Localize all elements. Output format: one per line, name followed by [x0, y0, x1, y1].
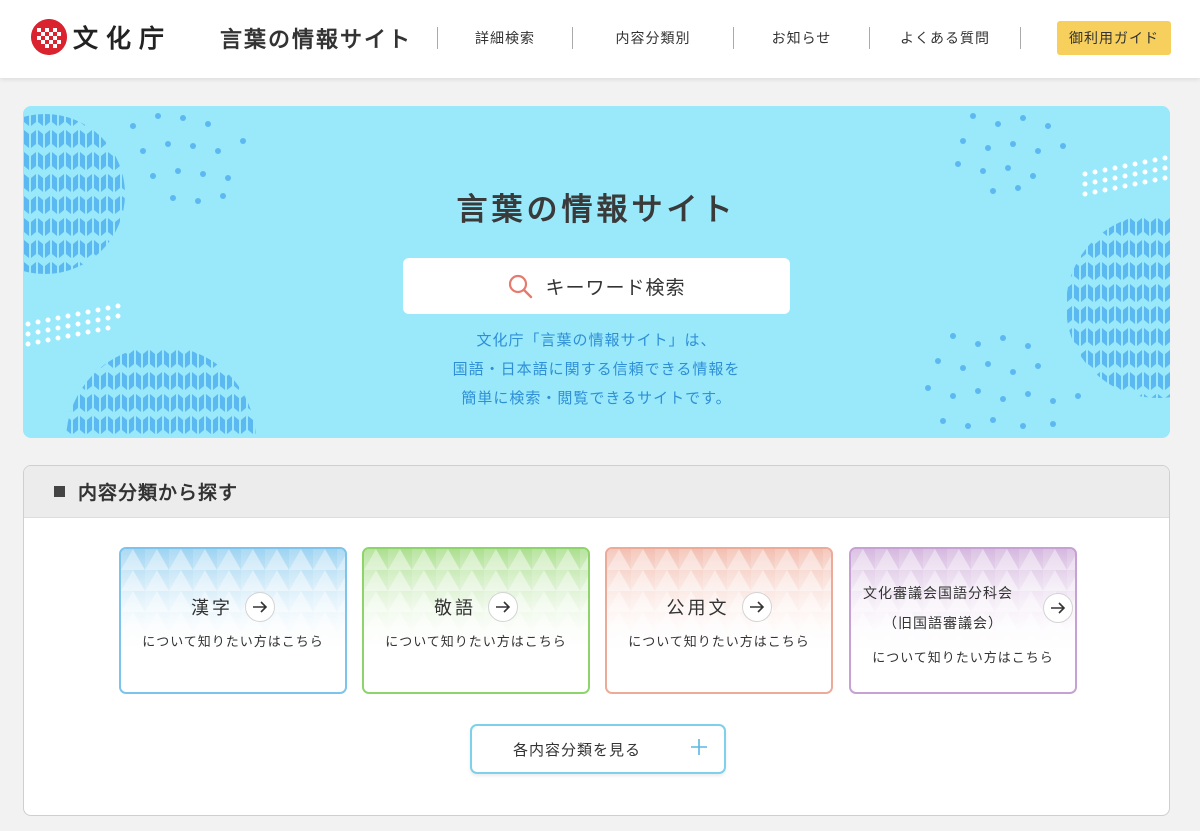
search-icon — [509, 274, 533, 299]
card-subtitle: について知りたい方はこちら — [385, 635, 567, 650]
card-title: 公用文 — [666, 598, 730, 619]
category-panel: 内容分類から探す 漢字 について知りたい方はこちら 敬語 について知りたい方はこ… — [23, 465, 1170, 816]
arrow-right-icon — [245, 592, 275, 622]
card-subtitle: について知りたい方はこちら — [142, 635, 324, 650]
hero-description-line: 簡単に検索・閲覧できるサイトです。 — [461, 389, 732, 407]
arrow-right-icon — [1043, 593, 1073, 623]
hero-banner: 言葉の情報サイト キーワード検索 文化庁「言葉の情報サイト」は、 国語・日本語に… — [23, 106, 1170, 438]
card-title-secondary: （旧国語審議会） — [883, 616, 1003, 632]
card-subtitle: について知りたい方はこちら — [628, 635, 810, 650]
nav-by-category[interactable]: 内容分類別 — [573, 28, 733, 48]
view-all-label: 各内容分類を見る — [512, 740, 641, 759]
search-placeholder: キーワード検索 — [545, 276, 686, 299]
logo-mark-icon — [31, 19, 67, 55]
hero-description: 文化庁「言葉の情報サイト」は、 国語・日本語に関する信頼できる情報を 簡単に検索… — [23, 326, 1170, 413]
arrow-right-icon — [741, 592, 772, 622]
view-all-categories-button[interactable]: 各内容分類を見る — [470, 724, 726, 774]
card-heading: 敬語 — [364, 592, 588, 622]
nav-news[interactable]: お知らせ — [734, 28, 869, 48]
category-card-kanji[interactable]: 漢字 について知りたい方はこちら — [119, 547, 347, 694]
hero-title: 言葉の情報サイト — [456, 192, 737, 228]
main-nav: 詳細検索 内容分類別 お知らせ よくある質問 — [437, 26, 1021, 50]
category-card-koyobun[interactable]: 公用文 について知りたい方はこちら — [605, 547, 833, 694]
nav-faq[interactable]: よくある質問 — [870, 28, 1020, 48]
hero-description-line: 国語・日本語に関する信頼できる情報を — [452, 360, 741, 378]
usage-guide-button[interactable]: 御利用ガイド — [1057, 21, 1171, 55]
category-card-bunkashingikai[interactable]: 文化審議会国語分科会 （旧国語審議会） について知りたい方はこちら — [849, 547, 1077, 694]
square-bullet-icon — [54, 486, 65, 497]
site-header: 文化庁 言葉の情報サイト 詳細検索 内容分類別 お知らせ よくある質問 御利用ガ… — [0, 0, 1200, 78]
plus-icon — [691, 739, 707, 755]
keyword-search-box[interactable]: キーワード検索 — [403, 258, 790, 314]
logo-text: 文化庁 — [73, 24, 173, 53]
header-site-title[interactable]: 言葉の情報サイト — [220, 22, 412, 54]
card-title: 文化審議会国語分科会 — [863, 586, 1013, 602]
category-panel-header: 内容分類から探す — [24, 466, 1169, 518]
card-title: 敬語 — [434, 598, 476, 619]
card-subtitle: について知りたい方はこちら — [872, 651, 1054, 666]
arrow-right-icon — [488, 592, 518, 622]
hero-description-line: 文化庁「言葉の情報サイト」は、 — [476, 331, 717, 349]
nav-divider — [1020, 27, 1021, 49]
nav-detailed-search[interactable]: 詳細検索 — [438, 28, 572, 48]
card-heading: 公用文 — [607, 592, 831, 622]
card-title: 漢字 — [191, 598, 233, 619]
bunkacho-logo[interactable]: 文化庁 — [31, 17, 172, 57]
category-section-title: 内容分類から探す — [78, 482, 239, 504]
card-heading: 漢字 — [121, 592, 345, 622]
category-card-keigo[interactable]: 敬語 について知りたい方はこちら — [362, 547, 590, 694]
